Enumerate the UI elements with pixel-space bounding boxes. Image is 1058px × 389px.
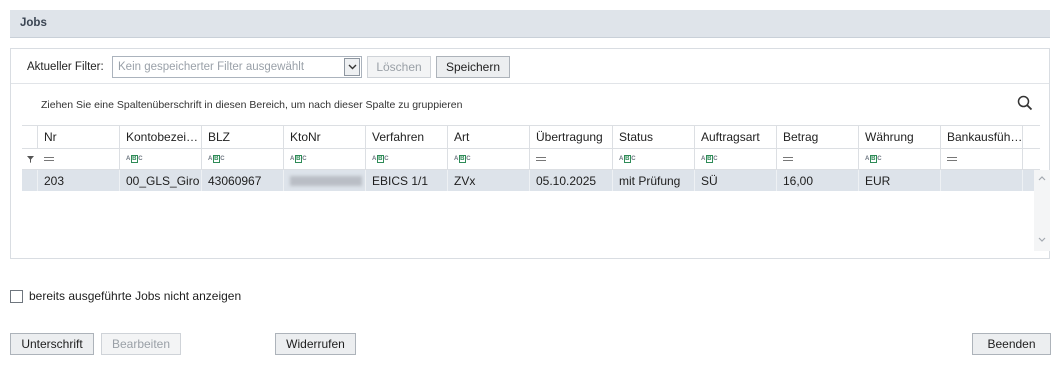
column-filter-cell[interactable]: ABC <box>284 149 366 169</box>
column-filter-cell[interactable]: ABC <box>120 149 202 169</box>
column-filter-cell[interactable]: ABC <box>695 149 777 169</box>
column-header-währung[interactable]: Währung <box>859 126 941 148</box>
contains-operator-icon[interactable]: ABC <box>619 155 636 163</box>
column-filter-cell[interactable]: ABC <box>613 149 695 169</box>
equals-operator-icon[interactable] <box>44 157 54 161</box>
cell-kontobezei: 00_GLS_Giro <box>120 170 202 191</box>
contains-operator-icon[interactable]: ABC <box>865 155 882 163</box>
column-filter-cell[interactable] <box>38 149 120 169</box>
contains-operator-icon[interactable]: ABC <box>454 155 471 163</box>
contains-operator-icon[interactable]: ABC <box>126 155 143 163</box>
table-row[interactable]: 203 00_GLS_Giro 43060967 EBICS 1/1 ZVx 05.10.… <box>22 170 1040 191</box>
equals-operator-icon[interactable] <box>783 157 793 161</box>
filter-label: Aktueller Filter: <box>27 61 104 73</box>
grid-header-row: Nr Kontobezei… BLZ KtoNr Verfahren Art Übertra… <box>22 126 1040 149</box>
page-title: Jobs <box>20 17 47 29</box>
close-button[interactable]: Beenden <box>972 333 1051 355</box>
column-filter-cell[interactable] <box>777 149 859 169</box>
column-header-betrag[interactable]: Betrag <box>777 126 859 148</box>
chevron-down-icon[interactable] <box>344 58 360 76</box>
column-filter-cell[interactable]: ABC <box>448 149 530 169</box>
column-header-ktonr[interactable]: KtoNr <box>284 126 366 148</box>
jobs-panel: Aktueller Filter: Kein gespeicherter Fil… <box>10 48 1050 259</box>
edit-button[interactable]: Bearbeiten <box>101 333 181 355</box>
column-filter-cell[interactable]: ABC <box>366 149 448 169</box>
vertical-scrollbar[interactable] <box>1034 170 1050 251</box>
search-icon[interactable] <box>1017 95 1033 111</box>
cell-bankausfüh <box>941 170 1023 191</box>
cell-übertragung: 05.10.2025 <box>530 170 613 191</box>
redacted-account-number <box>290 175 362 186</box>
chevron-up-icon[interactable] <box>1038 176 1046 181</box>
cell-währung: EUR <box>859 170 941 191</box>
cell-blz: 43060967 <box>202 170 284 191</box>
filter-icon[interactable] <box>22 149 38 169</box>
jobs-grid: Nr Kontobezei… BLZ KtoNr Verfahren Art Übertra… <box>22 125 1050 251</box>
chevron-down-icon[interactable] <box>1038 237 1046 242</box>
hide-executed-jobs-checkbox[interactable] <box>10 289 23 303</box>
cell-ktonr <box>284 170 366 191</box>
column-header-auftragsart[interactable]: Auftragsart <box>695 126 777 148</box>
signature-button[interactable]: Unterschrift <box>10 333 94 355</box>
column-filter-cell[interactable] <box>530 149 613 169</box>
delete-filter-button[interactable]: Löschen <box>367 56 431 78</box>
header-corner-cell <box>22 126 38 148</box>
equals-operator-icon[interactable] <box>947 157 957 161</box>
hide-executed-jobs-option[interactable]: bereits ausgeführte Jobs nicht anzeigen <box>10 288 241 304</box>
grid-filter-row: ABC ABC ABC ABC ABC ABC ABC ABC <box>22 149 1040 170</box>
group-by-hint: Ziehen Sie eine Spaltenüberschrift in di… <box>41 99 463 111</box>
save-filter-button[interactable]: Speichern <box>436 56 510 78</box>
cell-verfahren: EBICS 1/1 <box>366 170 448 191</box>
column-header-blz[interactable]: BLZ <box>202 126 284 148</box>
equals-operator-icon[interactable] <box>536 157 546 161</box>
contains-operator-icon[interactable]: ABC <box>372 155 389 163</box>
filter-toolbar: Aktueller Filter: Kein gespeicherter Fil… <box>11 49 1049 84</box>
column-header-status[interactable]: Status <box>613 126 695 148</box>
column-header-nr[interactable]: Nr <box>38 126 120 148</box>
contains-operator-icon[interactable]: ABC <box>208 155 225 163</box>
cell-nr: 203 <box>38 170 120 191</box>
column-filter-cell[interactable] <box>941 149 1023 169</box>
column-filter-cell[interactable]: ABC <box>202 149 284 169</box>
column-filter-cell[interactable]: ABC <box>859 149 941 169</box>
revoke-button[interactable]: Widerrufen <box>275 333 356 355</box>
cell-art: ZVx <box>448 170 530 191</box>
column-header-bankausfüh[interactable]: Bankausfüh… <box>941 126 1023 148</box>
jobs-header: Jobs <box>10 10 1050 38</box>
cell-auftragsart: SÜ <box>695 170 777 191</box>
column-header-verfahren[interactable]: Verfahren <box>366 126 448 148</box>
row-indicator-cell <box>22 170 38 191</box>
contains-operator-icon[interactable]: ABC <box>701 155 718 163</box>
column-header-art[interactable]: Art <box>448 126 530 148</box>
hide-executed-jobs-label: bereits ausgeführte Jobs nicht anzeigen <box>29 289 242 303</box>
column-header-kontobezei[interactable]: Kontobezei… <box>120 126 202 148</box>
cell-status: mit Prüfung <box>613 170 695 191</box>
filter-combobox-placeholder: Kein gespeicherter Filter ausgewählt <box>118 61 305 73</box>
contains-operator-icon[interactable]: ABC <box>290 155 307 163</box>
filter-combobox[interactable]: Kein gespeicherter Filter ausgewählt <box>112 56 362 78</box>
cell-betrag: 16,00 <box>777 170 859 191</box>
column-header-übertragung[interactable]: Übertragung <box>530 126 613 148</box>
